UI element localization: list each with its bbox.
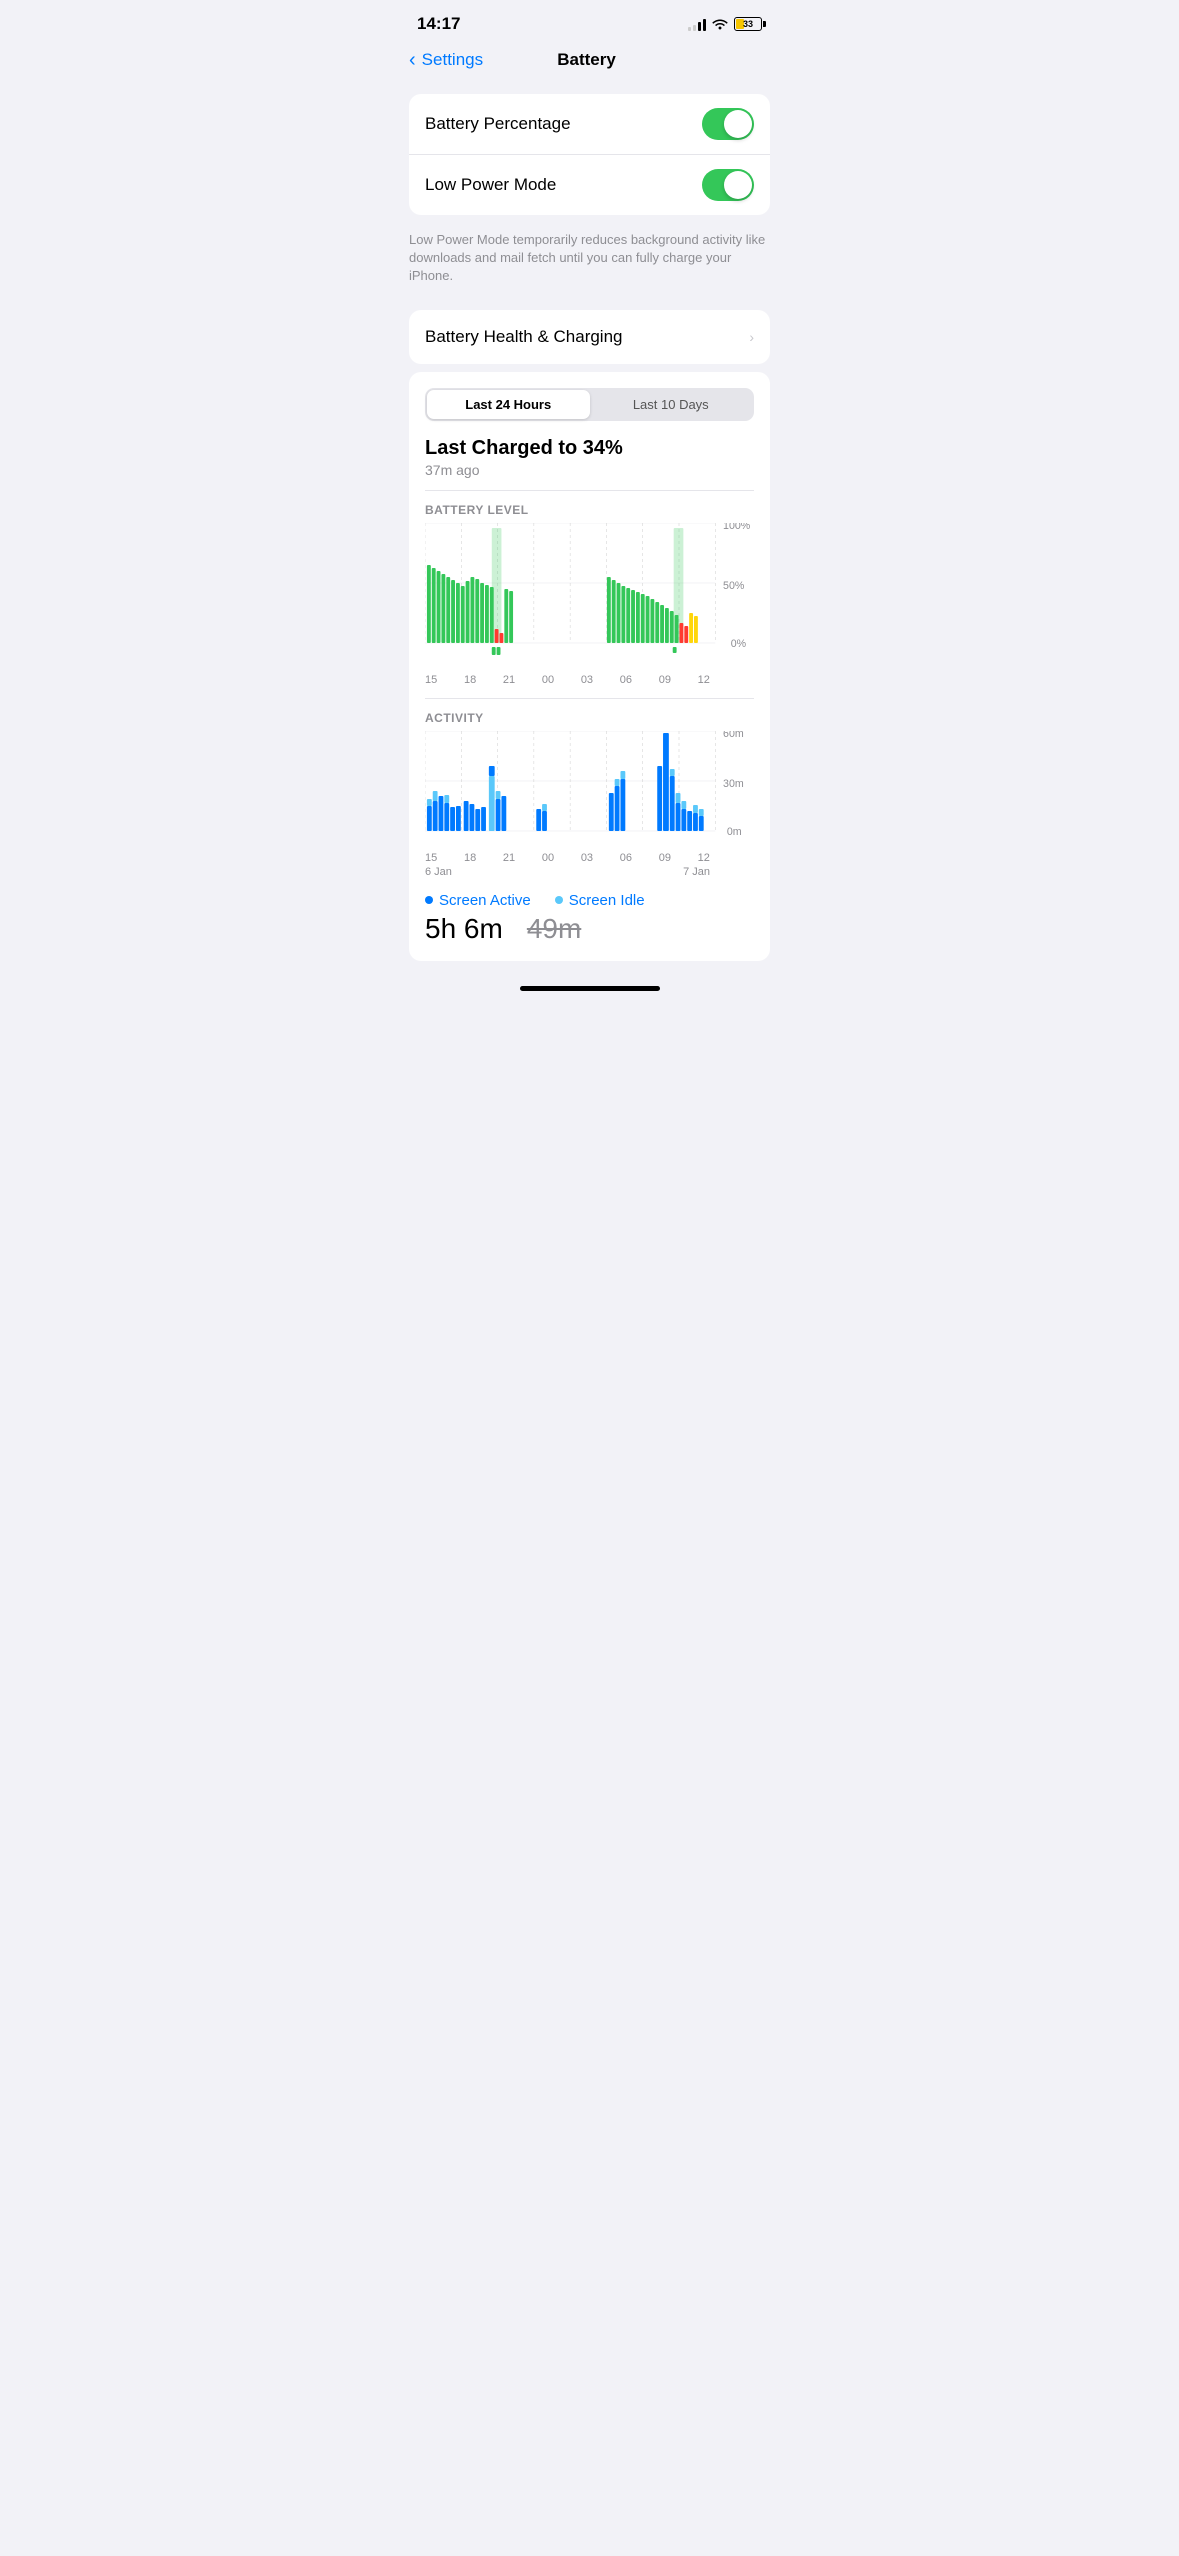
page-title: Battery (483, 50, 690, 70)
low-power-footer: Low Power Mode temporarily reduces backg… (393, 223, 786, 302)
svg-text:30m: 30m (723, 777, 744, 789)
activity-label: ACTIVITY (425, 711, 754, 725)
date-labels: 6 Jan 7 Jan (425, 866, 754, 878)
ax-label-21: 21 (503, 852, 515, 864)
segment-10d[interactable]: Last 10 Days (590, 390, 753, 419)
chart-card: Last 24 Hours Last 10 Days Last Charged … (409, 372, 770, 961)
home-indicator-area (393, 969, 786, 1001)
toggle-thumb (724, 110, 752, 138)
back-label: Settings (422, 50, 483, 70)
svg-text:0%: 0% (731, 637, 747, 649)
activity-chart: 60m 30m 0m 15 18 21 00 03 06 09 12 6 Jan… (425, 731, 754, 878)
chart-divider (425, 490, 754, 491)
status-bar: 14:17 33 (393, 0, 786, 42)
ax-label-12: 12 (698, 852, 710, 864)
nav-bar: ‹ Settings Battery (393, 42, 786, 86)
screen-active-label: Screen Active (439, 892, 531, 909)
screen-active-duration: 5h 6m (425, 913, 503, 945)
screen-active-legend[interactable]: Screen Active (425, 892, 531, 909)
battery-health-section: Battery Health & Charging › (409, 310, 770, 364)
toggle-thumb-2 (724, 171, 752, 199)
screen-idle-label: Screen Idle (569, 892, 645, 909)
low-power-mode-label: Low Power Mode (425, 175, 556, 195)
screen-idle-dot (555, 896, 563, 904)
wifi-icon (712, 16, 728, 33)
battery-chart: 100% 50% 0% 15 18 21 00 03 06 09 12 (425, 523, 754, 686)
home-indicator (520, 986, 660, 991)
low-power-mode-row[interactable]: Low Power Mode (409, 154, 770, 215)
ax-label-15: 15 (425, 852, 437, 864)
battery-status-icon: 33 (734, 17, 762, 31)
date-label-7jan: 7 Jan (683, 866, 710, 878)
activity-x-labels: 15 18 21 00 03 06 09 12 (425, 852, 754, 864)
toggle-section: Battery Percentage Low Power Mode (409, 94, 770, 215)
battery-health-label: Battery Health & Charging (425, 327, 623, 347)
battery-health-row[interactable]: Battery Health & Charging › (409, 310, 770, 364)
ax-label-09: 09 (659, 852, 671, 864)
svg-text:100%: 100% (723, 523, 751, 532)
duration-values: 5h 6m 49m (425, 913, 754, 945)
svg-text:50%: 50% (723, 579, 745, 591)
x-label-21: 21 (503, 674, 515, 686)
battery-x-labels: 15 18 21 00 03 06 09 12 (425, 674, 754, 686)
signal-bars-icon (688, 17, 706, 31)
chart-heading: Last Charged to 34% (425, 437, 754, 460)
x-label-00: 00 (542, 674, 554, 686)
x-label-15: 15 (425, 674, 437, 686)
time-range-segmented-control[interactable]: Last 24 Hours Last 10 Days (425, 388, 754, 421)
ax-label-18: 18 (464, 852, 476, 864)
screen-idle-duration: 49m (527, 913, 581, 945)
chart-subheading: 37m ago (425, 462, 754, 478)
screen-active-dot (425, 896, 433, 904)
svg-text:0m: 0m (727, 825, 742, 837)
back-button[interactable]: ‹ Settings (409, 50, 483, 70)
status-time: 14:17 (417, 14, 460, 34)
status-icons: 33 (688, 16, 762, 33)
chevron-right-icon: › (749, 329, 754, 345)
battery-level-label: BATTERY LEVEL (425, 503, 754, 517)
screen-idle-legend[interactable]: Screen Idle (555, 892, 645, 909)
battery-chart-svg: 100% 50% 0% (425, 523, 754, 673)
x-label-03: 03 (581, 674, 593, 686)
svg-text:60m: 60m (723, 731, 744, 740)
back-chevron-icon: ‹ (409, 50, 416, 70)
battery-percentage-toggle[interactable] (702, 108, 754, 140)
x-label-12: 12 (698, 674, 710, 686)
x-label-06: 06 (620, 674, 632, 686)
activity-chart-svg: 60m 30m 0m (425, 731, 754, 851)
x-label-18: 18 (464, 674, 476, 686)
ax-label-06: 06 (620, 852, 632, 864)
battery-percentage-label: Battery Percentage (425, 114, 571, 134)
battery-percentage-row[interactable]: Battery Percentage (409, 94, 770, 154)
low-power-mode-toggle[interactable] (702, 169, 754, 201)
segment-24h[interactable]: Last 24 Hours (427, 390, 590, 419)
ax-label-00: 00 (542, 852, 554, 864)
x-label-09: 09 (659, 674, 671, 686)
ax-label-03: 03 (581, 852, 593, 864)
chart-legend: Screen Active Screen Idle (425, 892, 754, 909)
activity-divider (425, 698, 754, 699)
date-label-6jan: 6 Jan (425, 866, 563, 878)
